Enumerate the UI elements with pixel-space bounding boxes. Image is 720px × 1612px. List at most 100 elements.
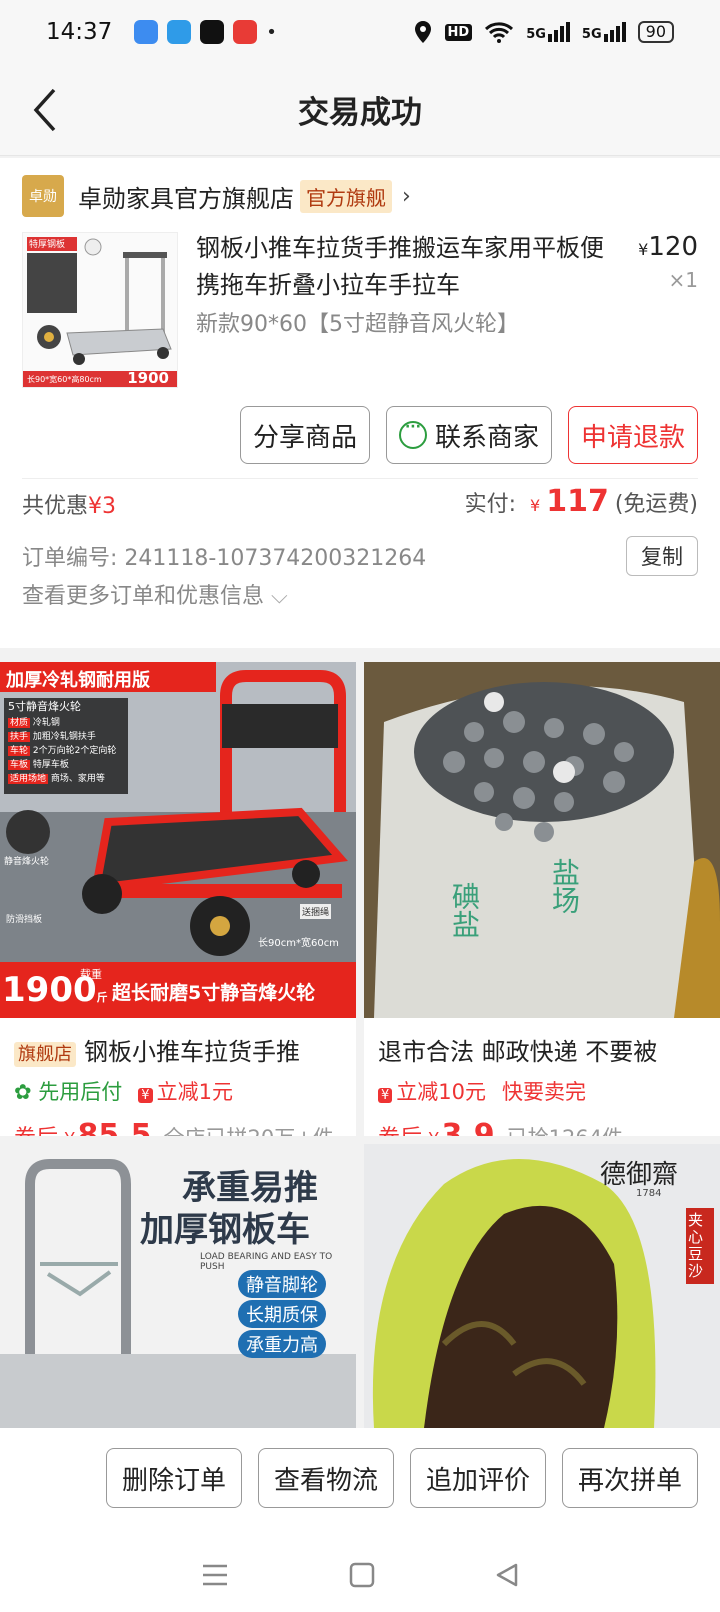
more-info-label: 查看更多订单和优惠信息 (22, 584, 265, 609)
spec-val: 加粗冷轧钢扶手 (32, 732, 96, 742)
spec-val: 特厚车板 (32, 760, 69, 770)
system-nav-bar (0, 1538, 720, 1612)
hd-icon: HD (444, 23, 473, 41)
feed-card[interactable]: 加厚冷轧钢耐用版 5寸静音烽火轮 材质 冷轧钢 扶手 加粗冷轧钢扶手 车轮 2个… (0, 662, 356, 1136)
refund-button[interactable]: 申请退款 (567, 406, 698, 464)
signal-5g-icon: 5G (526, 22, 570, 42)
view-logistics-button[interactable]: 查看物流 (258, 1448, 394, 1508)
feed-benefits: ✿ 先用后付 ¥ 立减1元 (14, 1076, 233, 1106)
product-price: ¥120 (638, 232, 698, 262)
divider (22, 478, 698, 479)
app-notification-icon (167, 20, 192, 44)
spec-row: 适用场地 商场、家用等 (8, 772, 126, 786)
feed-card[interactable]: 德御齋 1784 夹心豆沙 (364, 1144, 720, 1428)
contact-seller-button[interactable]: 联系商家 (385, 406, 552, 464)
order-card: 卓勋 卓勋家具官方旗舰店 官方旗舰 › 特厚钢板 长90*宽60*高80cm 1… (0, 158, 720, 648)
share-product-button[interactable]: 分享商品 (239, 406, 370, 464)
flagship-tag: 旗舰店 (14, 1042, 76, 1067)
size-label: 长90cm*宽60cm (258, 938, 339, 949)
discount-value: ¥3 (88, 494, 117, 519)
product-thumbnail[interactable]: 特厚钢板 长90*宽60*高80cm 1900 (22, 232, 178, 388)
home-square-icon[interactable] (349, 1562, 375, 1588)
back-arrow-icon[interactable] (28, 84, 68, 136)
copy-button[interactable]: 复制 (626, 536, 698, 576)
delete-order-button[interactable]: 删除订单 (106, 1448, 242, 1508)
price-symbol: ¥ (638, 240, 649, 259)
wifi-icon (485, 22, 514, 43)
product-spec: 新款90*60【5寸超静音风火轮】 (196, 312, 519, 337)
official-badge: 官方旗舰 (300, 179, 392, 213)
buy-again-button[interactable]: 再次拼单 (562, 1448, 698, 1508)
douyin-notification-icon (200, 20, 225, 44)
feed-card[interactable]: 承重易推 加厚钢板车 LOAD BEARING AND EASY TO PUSH… (0, 1144, 356, 1428)
menu-icon[interactable] (200, 1562, 230, 1588)
pay-later-tag: ✿ 先用后付 (14, 1076, 122, 1106)
sold-count: 全店已拼20万+件 (164, 1122, 334, 1136)
chat-icon (398, 419, 427, 449)
chevron-right-icon: › (402, 183, 411, 209)
spec-key: 适用场地 (8, 774, 49, 784)
feed-title[interactable]: 退市合法 邮政快递 不要被 (378, 1032, 657, 1067)
order-buttons: 分享商品 联系商家 申请退款 (239, 406, 698, 464)
app-notification-icon (134, 20, 159, 44)
product-title[interactable]: 钢板小推车拉货手推搬运车家用平板便携拖车折叠小拉车手拉车 (196, 230, 606, 304)
wheel-label: 静音烽火轮 (4, 857, 50, 867)
clock: 14:37 (46, 19, 113, 45)
spec-row: 材质 冷轧钢 (8, 716, 126, 730)
back-triangle-icon[interactable] (494, 1562, 520, 1588)
discount-tag: ¥ 立减10元 (378, 1076, 486, 1106)
product-quantity: ×1 (668, 268, 698, 292)
add-review-button[interactable]: 追加评价 (410, 1448, 546, 1508)
feed-image: 加厚冷轧钢耐用版 5寸静音烽火轮 材质 冷轧钢 扶手 加粗冷轧钢扶手 车轮 2个… (0, 662, 356, 1018)
paid-symbol: ¥ (530, 496, 541, 515)
spec-title: 5寸静音烽火轮 (8, 700, 81, 713)
rmb-icon: ¥ (138, 1088, 153, 1103)
paid-label: 实付: (464, 492, 517, 517)
bottom-slogan: 超长耐磨5寸静音烽火轮 (112, 982, 316, 1004)
spec-row: 车轮 2个万向轮2个定向轮 (8, 744, 126, 758)
price-prefix: 券后 (378, 1120, 422, 1136)
discount-text: 立减1元 (156, 1080, 233, 1104)
pay-later-icon: ✿ (14, 1080, 32, 1104)
page-title: 交易成功 (298, 95, 422, 131)
feed-benefits: ¥ 立减10元 快要卖完 (378, 1076, 586, 1106)
cart-thumbnail-image (23, 233, 177, 387)
order-number: 订单编号: 241118-107374200321264 (22, 546, 427, 571)
feed-card[interactable]: 碘盐 盐场 退市合法 邮政快递 不要被 ¥立减10元 快要卖完 券后 ¥ 3.9… (364, 662, 720, 1136)
spec-key: 扶手 (8, 732, 31, 742)
bag-print-2: 盐场 (548, 858, 581, 914)
feed-title[interactable]: 旗舰店 钢板小推车拉货手推 (14, 1032, 300, 1067)
feed-image: 碘盐 盐场 (364, 662, 720, 1018)
shop-name[interactable]: 卓勋家具官方旗舰店 (78, 179, 294, 214)
more-dot-icon: • (266, 21, 277, 43)
signal-label: 5G (526, 27, 546, 42)
rope-label: 送捆绳 (300, 904, 332, 919)
signal-label: 5G (581, 27, 602, 42)
pay-later-text: 先用后付 (38, 1080, 123, 1104)
shop-row[interactable]: 卓勋 卓勋家具官方旗舰店 官方旗舰 › (22, 174, 411, 218)
load-unit: 斤 (96, 991, 108, 1004)
bottom-action-bar: 删除订单 查看物流 追加评价 再次拼单 (0, 1428, 720, 1612)
brand-logo: 德御齋 (600, 1160, 679, 1190)
paid-amount: 117 (546, 484, 609, 519)
spec-row: 车板 特厚车板 (8, 758, 126, 772)
spec-row: 扶手 加粗冷轧钢扶手 (8, 730, 126, 744)
spec-key: 材质 (8, 718, 31, 728)
promo-headline-2: 加厚钢板车 (140, 1210, 310, 1250)
feed-price: 券后 ¥ 85.5 全店已拼20万+件 (14, 1118, 334, 1136)
header: 交易成功 (0, 64, 720, 156)
spec-key: 车板 (8, 760, 31, 770)
price-symbol: ¥ (428, 1129, 439, 1136)
battery-icon: 90 (637, 21, 674, 43)
toutiao-notification-icon (233, 20, 258, 44)
discount-tag: ¥ 立减1元 (138, 1076, 233, 1106)
paid-note: (免运费) (614, 492, 698, 517)
more-order-info-link[interactable]: 查看更多订单和优惠信息 ⌵ (22, 578, 288, 610)
promo-pill-2: 长期质保 (238, 1300, 326, 1328)
status-bar: 14:37 • HD 5G 5G 90 (0, 0, 720, 64)
spec-val: 冷轧钢 (32, 718, 60, 728)
discount-summary: 共优惠¥3 (22, 488, 116, 520)
chevron-down-icon: ⌵ (271, 584, 288, 609)
thumb-price: 1900 (127, 369, 169, 387)
price-value: 85.5 (77, 1118, 152, 1136)
